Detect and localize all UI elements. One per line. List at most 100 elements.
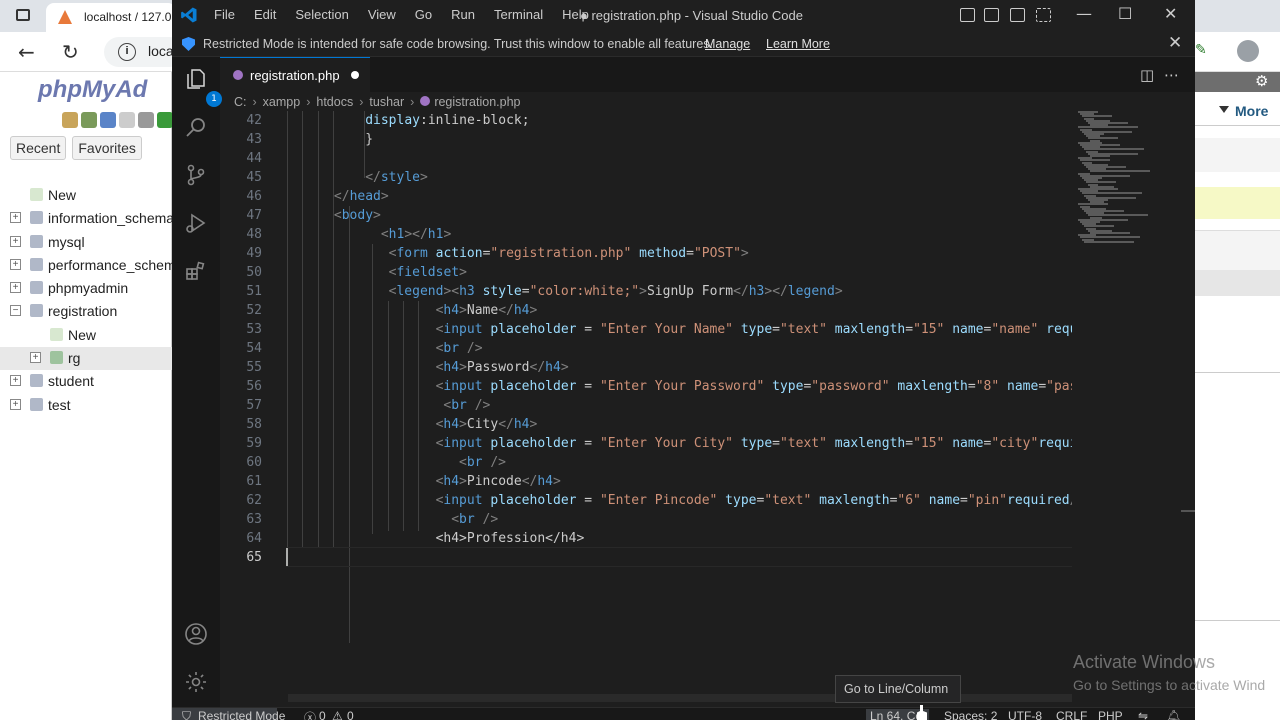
line-number[interactable]: 60 — [220, 453, 262, 472]
code-line[interactable]: 48 <h1></h1> — [220, 225, 1072, 244]
tree-item-label[interactable]: New — [48, 187, 76, 203]
code-line[interactable]: 64 <h4>Profession</h4> — [220, 529, 1072, 548]
line-number[interactable]: 58 — [220, 415, 262, 434]
tree-item-label[interactable]: student — [48, 373, 94, 389]
breadcrumb-item[interactable]: htdocs — [316, 95, 353, 109]
back-arrow-icon[interactable]: ← — [18, 40, 35, 64]
code-line[interactable]: 47 <body> — [220, 206, 1072, 225]
language-mode[interactable]: PHP — [1098, 709, 1123, 720]
code-line[interactable]: 50 <fieldset> — [220, 263, 1072, 282]
code-line[interactable]: 65 — [220, 548, 1072, 567]
code-line[interactable]: 51 <legend><h3 style="color:white;">SignU… — [220, 282, 1072, 301]
line-number[interactable]: 63 — [220, 510, 262, 529]
tree-item-label[interactable]: information_schema — [48, 210, 174, 226]
tab-registration-php[interactable]: registration.php — [220, 57, 370, 92]
line-number[interactable]: 53 — [220, 320, 262, 339]
close-window-icon[interactable]: ✕ — [1164, 4, 1177, 23]
expand-icon[interactable]: + — [10, 282, 21, 294]
tree-item-label[interactable]: rg — [68, 350, 80, 366]
menu-file[interactable]: File — [214, 7, 235, 22]
explorer-icon[interactable]: 1 — [184, 67, 222, 107]
tree-item[interactable]: + phpmyadmin — [0, 277, 172, 300]
tree-item[interactable]: + mysql — [0, 231, 172, 254]
code-line[interactable]: 52 <h4>Name</h4> — [220, 301, 1072, 320]
line-number[interactable]: 48 — [220, 225, 262, 244]
menu-go[interactable]: Go — [415, 7, 432, 22]
tree-item[interactable]: + rg — [0, 347, 172, 371]
search-icon[interactable] — [184, 115, 208, 139]
minimize-icon[interactable]: — — [1076, 4, 1092, 23]
toggle-primary-sidebar-icon[interactable] — [960, 8, 975, 22]
code-line[interactable]: 45 </style> — [220, 168, 1072, 187]
indentation-status[interactable]: Spaces: 2 — [944, 709, 997, 720]
expand-icon[interactable]: + — [10, 398, 21, 410]
browser-tab[interactable]: localhost / 127.0 — [46, 3, 176, 32]
maximize-icon[interactable]: ☐ — [1118, 4, 1132, 23]
menu-view[interactable]: View — [368, 7, 396, 22]
code-line[interactable]: 58 <h4>City</h4> — [220, 415, 1072, 434]
code-line[interactable]: 57 <br /> — [220, 396, 1072, 415]
line-number[interactable]: 47 — [220, 206, 262, 225]
tree-item[interactable]: + information_schema — [0, 207, 174, 230]
tree-item[interactable]: New — [0, 324, 172, 347]
more-actions-icon[interactable]: ⋯ — [1164, 66, 1179, 84]
expand-icon[interactable]: + — [30, 352, 41, 364]
tree-item-label[interactable]: New — [68, 327, 96, 343]
phpmyadmin-logo[interactable]: phpMyAd — [38, 76, 147, 104]
expand-icon[interactable]: + — [10, 258, 21, 270]
manage-link[interactable]: Manage — [705, 37, 750, 51]
code-line[interactable]: 59 <input placeholder = "Enter Your City"… — [220, 434, 1072, 453]
code-line[interactable]: 53 <input placeholder = "Enter Your Name"… — [220, 320, 1072, 339]
breadcrumb-item[interactable]: xampp — [263, 95, 301, 109]
feedback-icon[interactable]: ⇋ — [1138, 709, 1148, 720]
breadcrumb-item[interactable]: registration.php — [420, 95, 520, 109]
code-line[interactable]: 62 <input placeholder = "Enter Pincode" t… — [220, 491, 1072, 510]
line-number[interactable]: 61 — [220, 472, 262, 491]
code-line[interactable]: 56 <input placeholder = "Enter Your Passw… — [220, 377, 1072, 396]
settings-icon[interactable] — [138, 112, 154, 128]
line-number[interactable]: 50 — [220, 263, 262, 282]
tree-item[interactable]: New — [0, 184, 172, 207]
more-menu[interactable]: More — [1195, 96, 1280, 126]
menu-run[interactable]: Run — [451, 7, 475, 22]
tree-item-label[interactable]: registration — [48, 303, 117, 319]
home-icon[interactable] — [62, 112, 78, 128]
site-info-icon[interactable]: i — [118, 43, 136, 61]
code-line[interactable]: 55 <h4>Password</h4> — [220, 358, 1072, 377]
tree-item-label[interactable]: test — [48, 397, 71, 413]
code-line[interactable]: 46 </head> — [220, 187, 1072, 206]
source-control-icon[interactable] — [184, 163, 208, 187]
recent-button[interactable]: Recent — [10, 136, 67, 160]
code-line[interactable]: 63 <br /> — [220, 510, 1072, 529]
manage-gear-icon[interactable] — [184, 670, 208, 694]
menu-selection[interactable]: Selection — [295, 7, 348, 22]
customize-layout-icon[interactable] — [1036, 8, 1051, 22]
toggle-panel-icon[interactable] — [984, 8, 999, 22]
line-number[interactable]: 44 — [220, 149, 262, 168]
line-number[interactable]: 49 — [220, 244, 262, 263]
accounts-icon[interactable] — [184, 622, 208, 646]
tree-item[interactable]: + student — [0, 370, 172, 393]
run-debug-icon[interactable] — [184, 211, 208, 235]
code-line[interactable]: 61 <h4>Pincode</h4> — [220, 472, 1072, 491]
line-number[interactable]: 43 — [220, 130, 262, 149]
breadcrumb-item[interactable]: tushar — [369, 95, 404, 109]
extensions-icon[interactable] — [184, 259, 208, 283]
error-icon[interactable]: ⓧ — [304, 709, 316, 720]
reload-nav-icon[interactable] — [157, 112, 173, 128]
close-banner-icon[interactable]: ✕ — [1168, 33, 1182, 53]
code-editor[interactable]: 42 display:inline-block; 43} 44 45 </style> 46… — [220, 111, 1072, 691]
line-number[interactable]: 62 — [220, 491, 262, 510]
eol-status[interactable]: CRLF — [1056, 709, 1087, 720]
breadcrumb-item[interactable]: C: — [234, 95, 247, 109]
line-number[interactable]: 57 — [220, 396, 262, 415]
code-line[interactable]: 44 — [220, 149, 1072, 168]
line-number[interactable]: 64 — [220, 529, 262, 548]
unsaved-dot-icon[interactable] — [351, 71, 359, 79]
reload-icon[interactable]: ↻ — [62, 40, 79, 64]
menu-edit[interactable]: Edit — [254, 7, 276, 22]
line-number[interactable]: 65 — [220, 548, 262, 567]
line-number[interactable]: 52 — [220, 301, 262, 320]
split-editor-icon[interactable]: ◫ — [1140, 66, 1154, 84]
learn-more-link[interactable]: Learn More — [766, 37, 830, 51]
